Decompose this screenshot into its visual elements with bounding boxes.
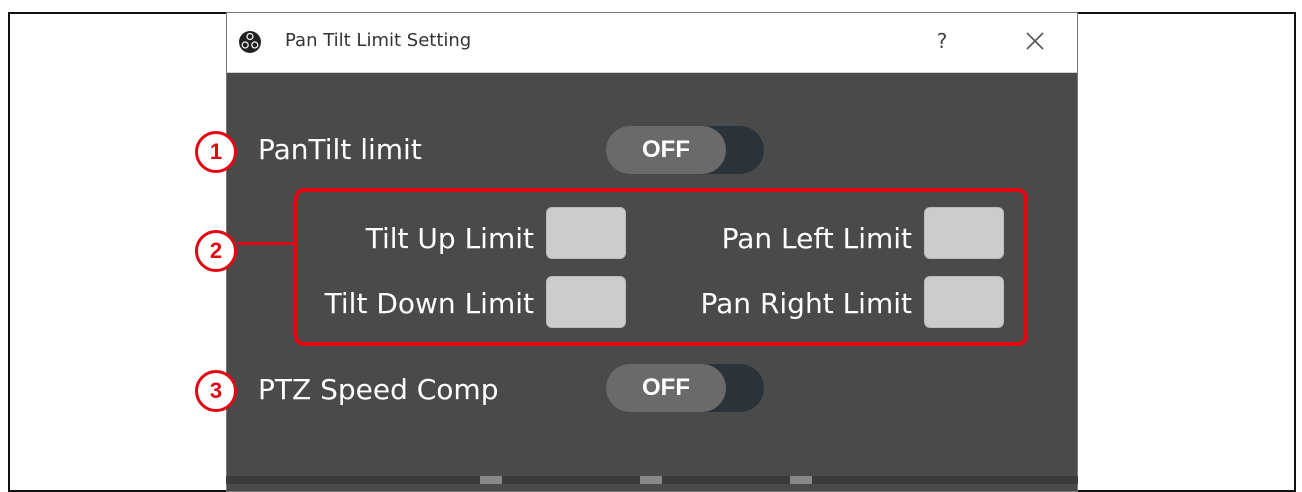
- callout-connector: [238, 242, 296, 245]
- toggle-knob: OFF: [606, 126, 726, 174]
- bottom-widget: [480, 476, 502, 484]
- limit-fields-highlight: [294, 188, 1028, 346]
- title-bar: Pan Tilt Limit Setting ?: [227, 13, 1077, 73]
- help-button[interactable]: ?: [927, 23, 957, 59]
- pantilt-limit-label: PanTilt limit: [258, 133, 422, 166]
- callout-badge-1: 1: [195, 131, 237, 173]
- close-icon[interactable]: [1017, 23, 1053, 59]
- toggle-knob: OFF: [606, 364, 726, 412]
- bottom-widget: [640, 476, 662, 484]
- obs-logo-icon: [239, 31, 261, 53]
- pantilt-limit-toggle[interactable]: OFF: [606, 126, 764, 174]
- ptz-speed-comp-toggle[interactable]: OFF: [606, 364, 764, 412]
- dialog-title: Pan Tilt Limit Setting: [285, 30, 472, 51]
- callout-badge-3: 3: [195, 370, 237, 412]
- bottom-widget: [790, 476, 812, 484]
- ptz-speed-comp-label: PTZ Speed Comp: [258, 373, 499, 406]
- callout-badge-2: 2: [195, 230, 237, 272]
